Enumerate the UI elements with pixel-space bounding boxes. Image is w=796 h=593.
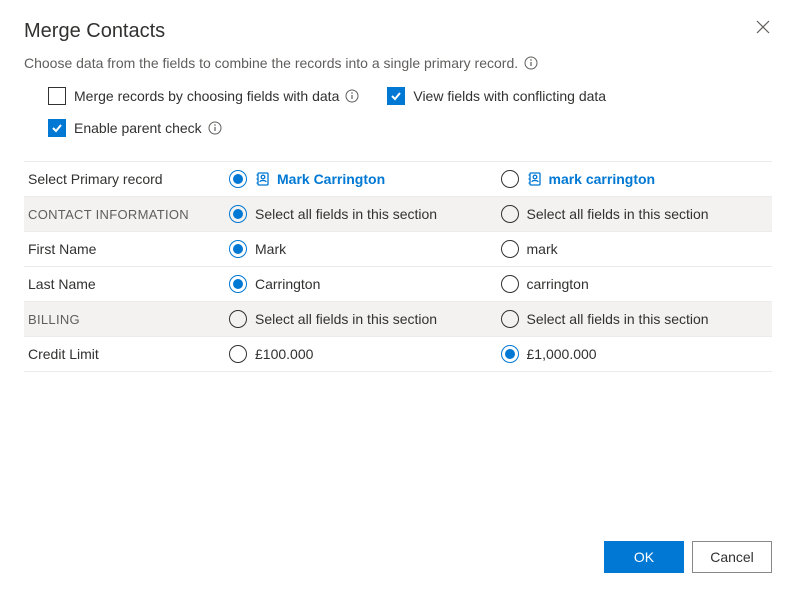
section-title: CONTACT INFORMATION [24, 207, 229, 222]
field-option-1: Carrington [229, 275, 501, 293]
section-header-contact-information: CONTACT INFORMATION Select all fields in… [24, 197, 772, 232]
radio-button[interactable] [229, 345, 247, 363]
options-row-2: Enable parent check [24, 119, 772, 137]
field-option-2: mark [501, 240, 773, 258]
merge-by-fields-checkbox[interactable]: Merge records by choosing fields with da… [48, 87, 359, 105]
close-icon[interactable] [756, 20, 772, 36]
select-all-col1: Select all fields in this section [229, 310, 501, 328]
select-all-col1: Select all fields in this section [229, 205, 501, 223]
dialog-title: Merge Contacts [24, 20, 165, 43]
field-option-2: carrington [501, 275, 773, 293]
primary-record-row: Select Primary record Mark Carrington ma… [24, 162, 772, 197]
row-label: Select Primary record [24, 171, 229, 187]
radio-button[interactable] [229, 170, 247, 188]
field-row-first-name: First Name Mark mark [24, 232, 772, 267]
contact-icon [527, 171, 543, 187]
info-icon[interactable] [208, 121, 222, 135]
radio-button[interactable] [501, 170, 519, 188]
radio-button[interactable] [501, 240, 519, 258]
row-label: Last Name [24, 276, 229, 292]
row-label: Credit Limit [24, 346, 229, 362]
dialog-footer: OK Cancel [24, 525, 772, 573]
radio-button[interactable] [229, 205, 247, 223]
radio-button[interactable] [229, 275, 247, 293]
radio-button[interactable] [501, 205, 519, 223]
radio-button[interactable] [229, 240, 247, 258]
row-label: First Name [24, 241, 229, 257]
radio-button[interactable] [501, 275, 519, 293]
section-title: BILLING [24, 312, 229, 327]
select-all-col2: Select all fields in this section [501, 310, 773, 328]
radio-button[interactable] [229, 310, 247, 328]
radio-button[interactable] [501, 345, 519, 363]
field-option-1: £100.000 [229, 345, 501, 363]
merge-contacts-dialog: Merge Contacts Choose data from the fiel… [0, 0, 796, 593]
fields-grid: Select Primary record Mark Carrington ma… [24, 161, 772, 372]
primary-record-option-2: mark carrington [501, 170, 773, 188]
field-option-2: £1,000.000 [501, 345, 773, 363]
primary-record-option-1: Mark Carrington [229, 170, 501, 188]
enable-parent-checkbox[interactable]: Enable parent check [48, 119, 222, 137]
cancel-button[interactable]: Cancel [692, 541, 772, 573]
select-all-col2: Select all fields in this section [501, 205, 773, 223]
info-icon[interactable] [524, 56, 538, 70]
dialog-header: Merge Contacts [24, 20, 772, 43]
view-conflicting-checkbox[interactable]: View fields with conflicting data [387, 87, 606, 105]
checkbox-box [48, 87, 66, 105]
section-header-billing: BILLING Select all fields in this sectio… [24, 302, 772, 337]
field-row-last-name: Last Name Carrington carrington [24, 267, 772, 302]
options-row-1: Merge records by choosing fields with da… [24, 87, 772, 105]
ok-button[interactable]: OK [604, 541, 684, 573]
contact-icon [255, 171, 271, 187]
field-row-credit-limit: Credit Limit £100.000 £1,000.000 [24, 337, 772, 372]
info-icon[interactable] [345, 89, 359, 103]
checkbox-box [387, 87, 405, 105]
field-option-1: Mark [229, 240, 501, 258]
radio-button[interactable] [501, 310, 519, 328]
checkbox-box [48, 119, 66, 137]
dialog-subtitle: Choose data from the fields to combine t… [24, 55, 772, 71]
